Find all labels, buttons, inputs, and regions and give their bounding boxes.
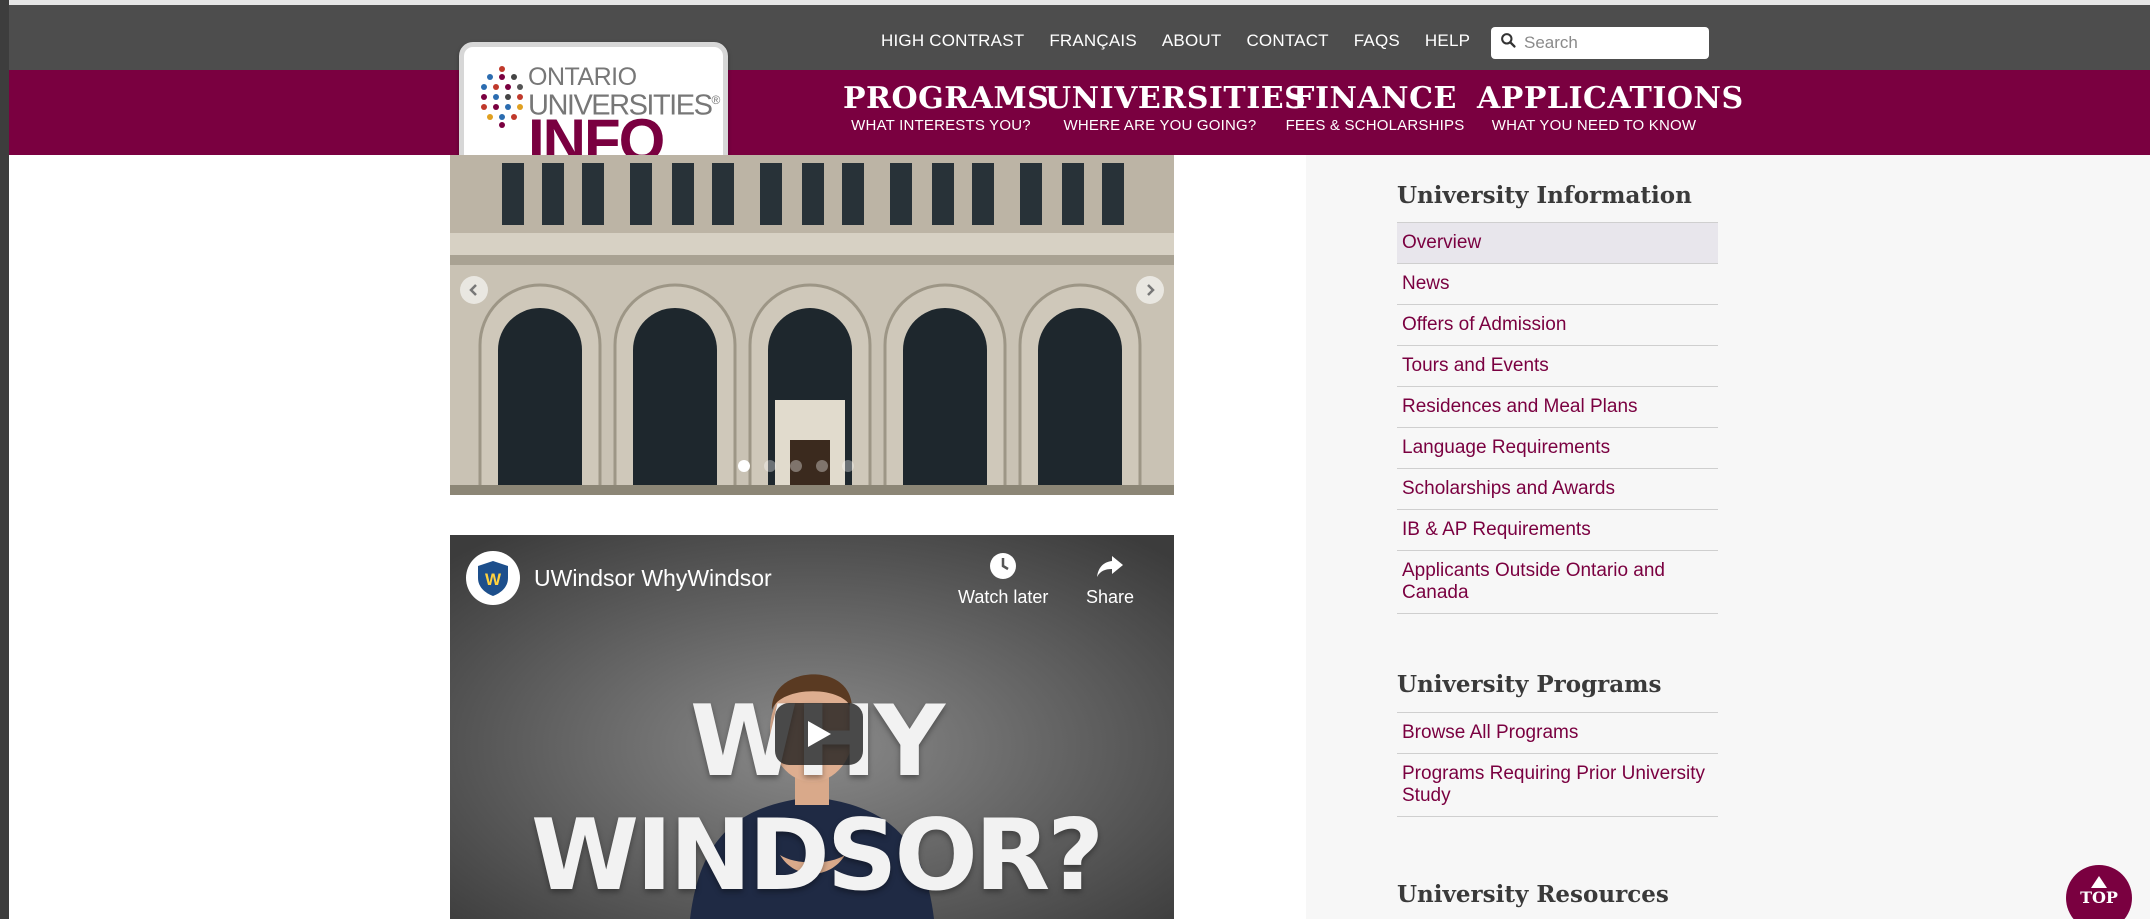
carousel-dot[interactable] [842, 460, 854, 472]
nav-title: APPLICATIONS [1477, 81, 1744, 116]
uwindsor-shield-icon: W [478, 561, 508, 596]
share-icon [1097, 556, 1124, 577]
chevron-left-icon [469, 284, 477, 296]
arrow-up-icon [2091, 876, 2107, 888]
nav-programs[interactable]: PROGRAMS WHAT INTERESTS YOU? [843, 81, 1050, 136]
high-contrast-link[interactable]: HIGH CONTRAST [881, 31, 1024, 51]
university-information-heading: University Information [1397, 182, 1692, 209]
university-resources-heading: University Resources [1397, 881, 1669, 908]
sidebar-item-ib-ap-requirements[interactable]: IB & AP Requirements [1397, 510, 1718, 551]
carousel-indicators [738, 460, 854, 472]
carousel-dot[interactable] [764, 460, 776, 472]
nav-subtitle: WHAT INTERESTS YOU? [851, 117, 1031, 134]
about-link[interactable]: ABOUT [1162, 31, 1222, 51]
carousel-dot[interactable] [816, 460, 828, 472]
chevron-right-icon [1147, 284, 1155, 296]
nav-title: PROGRAMS [843, 81, 1050, 116]
faqs-link[interactable]: FAQS [1354, 31, 1400, 51]
utility-nav: HIGH CONTRAST FRANÇAIS ABOUT CONTACT FAQ… [881, 31, 1470, 51]
watch-later-label: Watch later [958, 587, 1049, 607]
carousel-dot[interactable] [790, 460, 802, 472]
francais-link[interactable]: FRANÇAIS [1049, 31, 1137, 51]
sidebar-item-programs-requiring-prior-study[interactable]: Programs Requiring Prior University Stud… [1397, 754, 1718, 817]
university-information-list: Overview News Offers of Admission Tours … [1397, 222, 1718, 614]
image-carousel [450, 155, 1174, 495]
sidebar-item-applicants-outside-ontario[interactable]: Applicants Outside Ontario and Canada [1397, 551, 1718, 614]
carousel-building-image [450, 155, 1174, 495]
nav-subtitle: WHERE ARE YOU GOING? [1063, 117, 1257, 134]
play-button[interactable] [775, 703, 863, 765]
carousel-prev-button[interactable] [460, 276, 488, 304]
nav-finance[interactable]: FINANCE FEES & SCHOLARSHIPS [1280, 82, 1470, 136]
main-nav: PROGRAMS WHAT INTERESTS YOU? UNIVERSITIE… [9, 70, 2150, 155]
sidebar-item-residences-and-meal-plans[interactable]: Residences and Meal Plans [1397, 387, 1718, 428]
sidebar-item-overview[interactable]: Overview [1397, 223, 1718, 264]
carousel-next-button[interactable] [1136, 276, 1164, 304]
sidebar-item-language-requirements[interactable]: Language Requirements [1397, 428, 1718, 469]
svg-text:W: W [485, 570, 502, 589]
clock-icon [990, 553, 1017, 579]
sidebar-item-offers-of-admission[interactable]: Offers of Admission [1397, 305, 1718, 346]
sidebar-item-browse-all-programs[interactable]: Browse All Programs [1397, 713, 1718, 754]
search-box[interactable] [1491, 27, 1709, 59]
nav-subtitle: FEES & SCHOLARSHIPS [1285, 117, 1465, 134]
search-input[interactable] [1524, 33, 1704, 53]
university-programs-list: Browse All Programs Programs Requiring P… [1397, 712, 1718, 817]
sidebar-item-tours-and-events[interactable]: Tours and Events [1397, 346, 1718, 387]
university-programs-heading: University Programs [1397, 671, 1662, 698]
nav-title: FINANCE [1293, 81, 1457, 116]
sidebar-item-scholarships-and-awards[interactable]: Scholarships and Awards [1397, 469, 1718, 510]
nav-title: UNIVERSITIES [1045, 81, 1307, 116]
channel-avatar[interactable]: W [466, 551, 520, 605]
back-to-top-label: TOP [2080, 888, 2118, 907]
contact-link[interactable]: CONTACT [1246, 31, 1328, 51]
share-button[interactable]: Share [1086, 551, 1134, 608]
play-icon [808, 721, 831, 747]
video-title[interactable]: UWindsor WhyWindsor [534, 565, 772, 592]
video-player[interactable]: W UWindsor WhyWindsor Watch later Share … [450, 535, 1174, 919]
logo-trademark: ® [711, 93, 720, 107]
sidebar-item-news[interactable]: News [1397, 264, 1718, 305]
nav-applications[interactable]: APPLICATIONS WHAT YOU NEED TO KNOW [1477, 81, 1744, 136]
page-frame: HIGH CONTRAST FRANÇAIS ABOUT CONTACT FAQ… [9, 0, 2150, 919]
logo-dots-icon [481, 66, 523, 128]
carousel-dot[interactable] [738, 460, 750, 472]
search-icon [1500, 32, 1517, 54]
nav-subtitle: WHAT YOU NEED TO KNOW [1491, 117, 1697, 134]
utility-bar: HIGH CONTRAST FRANÇAIS ABOUT CONTACT FAQ… [9, 0, 2150, 70]
nav-universities[interactable]: UNIVERSITIES WHERE ARE YOU GOING? [1045, 81, 1307, 136]
help-link[interactable]: HELP [1425, 31, 1470, 51]
watch-later-button[interactable]: Watch later [958, 551, 1048, 608]
share-label: Share [1086, 587, 1135, 607]
